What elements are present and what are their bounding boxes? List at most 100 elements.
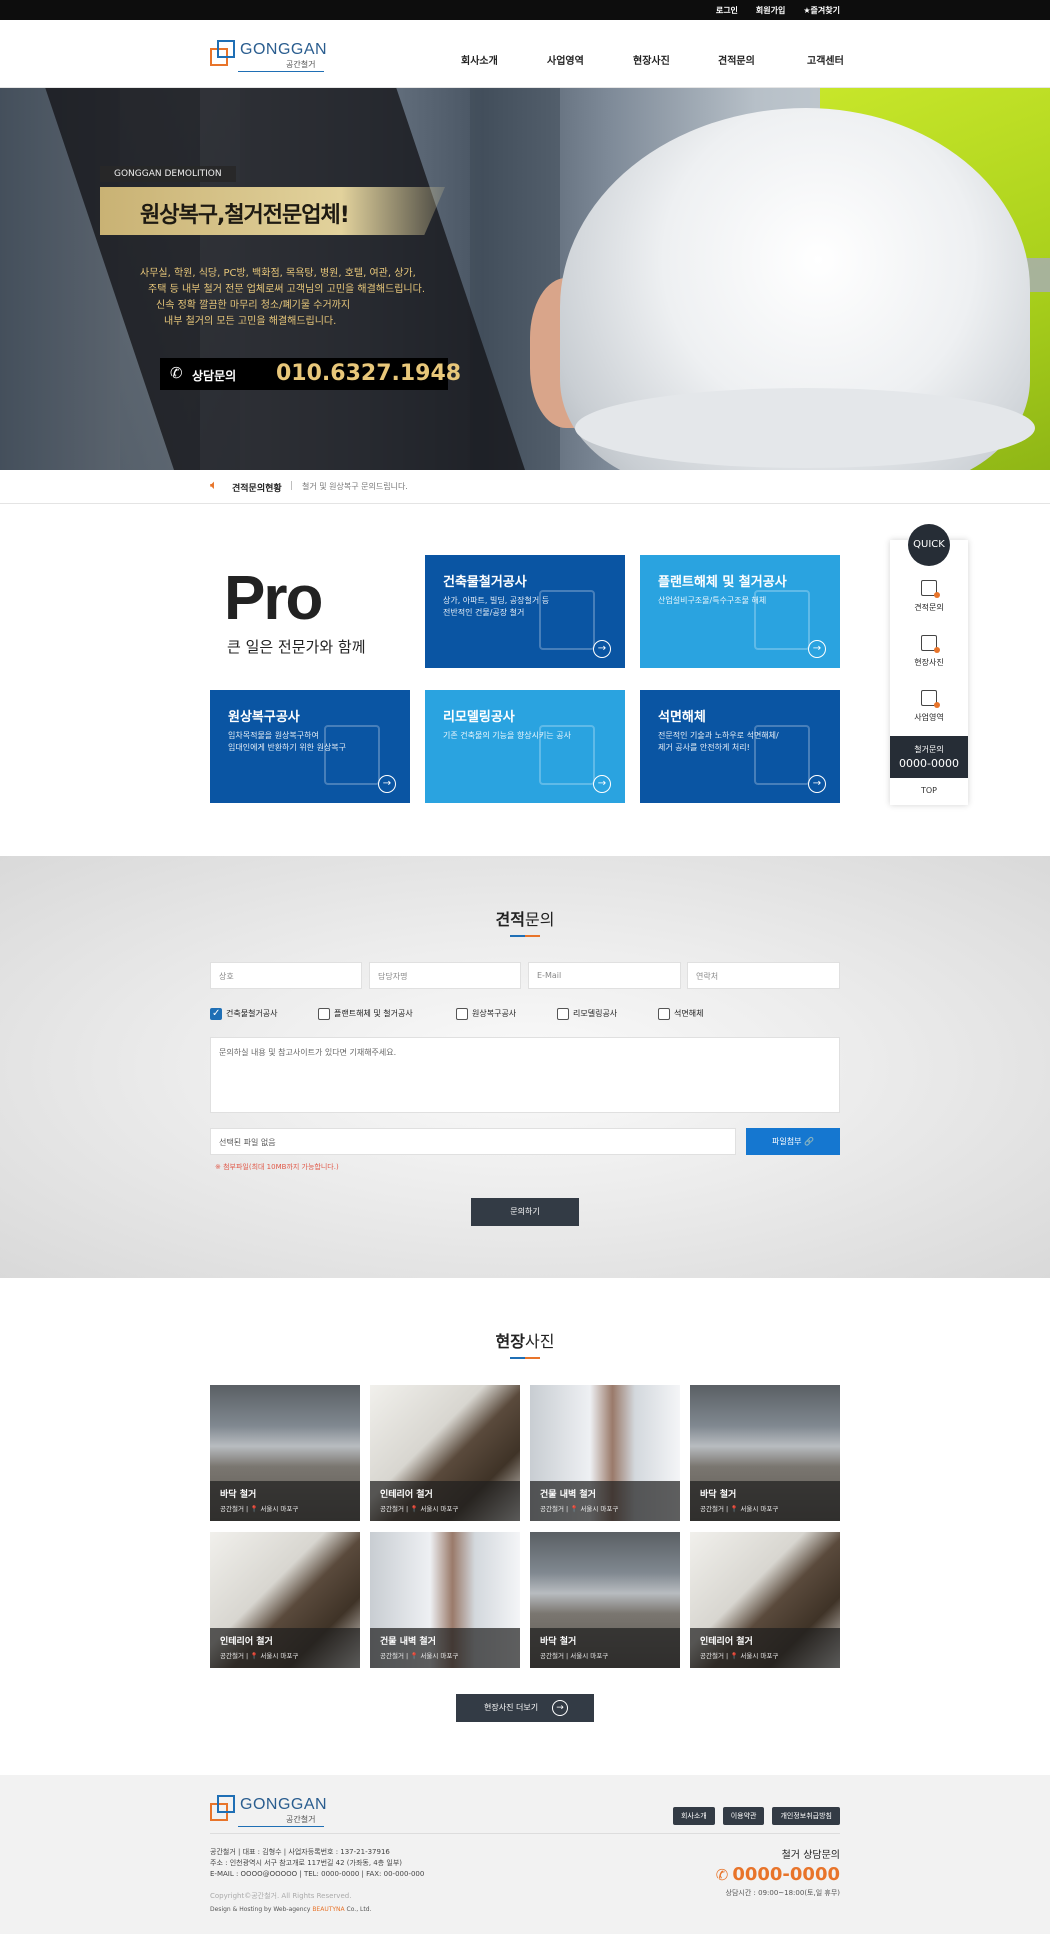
gallery-title: 현장사진 (0, 1328, 1050, 1352)
gallery-photo-card[interactable]: 인테리어 철거공간철거 | 📍 서울시 마포구 (690, 1532, 840, 1668)
wrench-icon (539, 725, 595, 785)
gallery-photo-card[interactable]: 인테리어 철거 공간철거 | 📍 서울시 마포구 (370, 1385, 520, 1521)
nav-item-inquiry[interactable]: 견적문의 (718, 52, 755, 67)
submit-button[interactable]: 문의하기 (471, 1198, 579, 1226)
quick-item-label: 사업영역 (914, 713, 944, 722)
consult-number: 0000-0000 (732, 1864, 840, 1885)
checkbox-label: 석면해체 (674, 1009, 704, 1018)
service-card-restore[interactable]: 원상복구공사 임차목적물을 원상복구하여 임대인에게 반환하기 위한 원상복구 … (210, 690, 410, 803)
service-card-building[interactable]: 건축물철거공사 상가, 아파트, 빌딩, 공장철거 등 전반적인 건물/공장 철… (425, 555, 625, 668)
contact-name-field[interactable]: 담당자명 (369, 962, 521, 989)
more-photos-button[interactable]: 현장사진 더보기 → (456, 1694, 594, 1722)
footer-info: 공간철거 | 대표 : 김형수 | 사업자등록번호 : 137-21-37916… (210, 1847, 424, 1880)
nav-item-company[interactable]: 회사소개 (461, 52, 498, 67)
quick-contact-box[interactable]: 철거문의 0000-0000 (890, 736, 968, 778)
service-card-plant[interactable]: 플랜트해체 및 철거공사 산업설비구조물/특수구조물 해체 → (640, 555, 840, 668)
bookmark-link[interactable]: ★즐겨찾기 (803, 5, 840, 16)
photo-caption: 인테리어 철거 공간철거 | 📍 서울시 마포구 (370, 1481, 520, 1521)
nav-item-business[interactable]: 사업영역 (547, 52, 584, 67)
footer-privacy-button[interactable]: 개인정보취급방침 (772, 1807, 840, 1825)
nav-item-support[interactable]: 고객센터 (807, 52, 844, 67)
photo-title: 인테리어 철거 (220, 1637, 273, 1647)
photo-title: 바닥 철거 (220, 1490, 257, 1500)
signup-link[interactable]: 회원가입 (756, 5, 785, 16)
footer-company-button[interactable]: 회사소개 (672, 1807, 715, 1825)
gallery-photo-card[interactable]: 건물 내벽 철거 공간철거 | 📍 서울시 마포구 (530, 1385, 680, 1521)
checkbox-building[interactable]: 건축물철거공사 (210, 1007, 300, 1021)
inquiry-title-rest: 문의 (525, 910, 555, 929)
company-field[interactable]: 상호 (210, 962, 362, 989)
file-note: ※ 첨부파일(최대 10MB까지 가능합니다.) (215, 1163, 339, 1171)
arrow-right-icon[interactable]: → (378, 775, 396, 793)
nav-item-photos[interactable]: 현장사진 (633, 52, 670, 67)
scroll-top-button[interactable]: TOP (890, 786, 968, 795)
gallery-photo-card[interactable]: 바닥 철거 공간철거 | 📍 서울시 마포구 (690, 1385, 840, 1521)
consult-hours: 상담시간 : 09:00~18:00(토,일 휴무) (725, 1889, 840, 1897)
photo-meta: 공간철거 | 📍 서울시 마포구 (380, 1505, 459, 1513)
notice-text[interactable]: 철거 및 원상복구 문의드립니다. (302, 481, 408, 492)
gallery-photo-card[interactable]: 바닥 철거 공간철거 | 📍 서울시 마포구 (210, 1385, 360, 1521)
pro-subtitle: 큰 일은 전문가와 함께 (227, 638, 366, 656)
checkbox-label: 리모델링공사 (573, 1009, 618, 1018)
hero-desc-line: 주택 등 내부 철거 전문 업체로써 고객님의 고민을 해결해드립니다. (148, 284, 426, 295)
notice-title[interactable]: 견적문의현황 (232, 481, 282, 494)
gallery-photo-card[interactable]: 건물 내벽 철거공간철거 | 📍 서울시 마포구 (370, 1532, 520, 1668)
quick-title: QUICK (908, 524, 950, 566)
checkbox-box[interactable] (557, 1008, 569, 1020)
footer-terms-button[interactable]: 이용약관 (722, 1807, 765, 1825)
checkbox-plant[interactable]: 플랜트해체 및 철거공사 (318, 1007, 438, 1021)
quick-contact-label: 철거문의 (914, 745, 944, 754)
login-link[interactable]: 로그인 (716, 5, 738, 16)
arrow-right-icon[interactable]: → (808, 640, 826, 658)
photo-title: 인테리어 철거 (700, 1637, 753, 1647)
photo-meta: 공간철거 | 📍 서울시 마포구 (220, 1652, 299, 1660)
consult-number-row[interactable]: ✆ 0000-0000 (716, 1864, 840, 1885)
hero-desc-line: 내부 철거의 모든 고민을 해결해드립니다. (164, 316, 337, 327)
arrow-right-icon[interactable]: → (808, 775, 826, 793)
design-credit-brand[interactable]: BEAUTYNA (312, 1906, 344, 1913)
checkbox-box[interactable] (210, 1007, 222, 1021)
logo[interactable]: GONGGAN 공간철거 (210, 40, 330, 74)
checkbox-box[interactable] (456, 1008, 468, 1020)
checkbox-box[interactable] (318, 1008, 330, 1020)
gallery-photo-card[interactable]: 인테리어 철거공간철거 | 📍 서울시 마포구 (210, 1532, 360, 1668)
checkbox-asbestos[interactable]: 석면해체 (658, 1007, 728, 1021)
quick-item-photos[interactable]: 현장사진 (890, 635, 968, 668)
hero-desc-line: 신속 정확 깔끔한 마무리 청소/폐기물 수거까지 (156, 300, 351, 311)
consult-label: 철거 상담문의 (781, 1850, 840, 1861)
service-card-title: 리모델링공사 (443, 710, 515, 725)
footer-logo[interactable]: GONGGAN 공간철거 (210, 1795, 330, 1829)
footer: GONGGAN 공간철거 회사소개 이용약관 개인정보취급방침 공간철거 | 대… (0, 1775, 1050, 1934)
hero-call-box[interactable]: ✆ 상담문의 010.6327.1948 (160, 358, 461, 390)
email-field[interactable]: E-Mail (528, 962, 681, 989)
service-card-title: 플랜트해체 및 철거공사 (658, 575, 787, 590)
service-card-asbestos[interactable]: 석면해체 전문적인 기술과 노하우로 석면해체/ 제거 공사를 안전하게 처리!… (640, 690, 840, 803)
footer-buttons: 회사소개 이용약관 개인정보취급방침 (672, 1807, 840, 1825)
photo-meta: 공간철거 | 📍 서울시 마포구 (380, 1652, 459, 1660)
design-credit-prefix: Design & Hosting by Web-agency (210, 1906, 313, 1913)
footer-copyright: Copyright©공간철거. All Rights Reserved. (210, 1892, 352, 1900)
service-card-remodel[interactable]: 리모델링공사 기존 건축물의 기능을 향상시키는 공사 → (425, 690, 625, 803)
footer-info-line: 공간철거 | 대표 : 김형수 | 사업자등록번호 : 137-21-37916 (210, 1848, 390, 1856)
footer-consult: 철거 상담문의 ✆ 0000-0000 상담시간 : 09:00~18:00(토,… (716, 1846, 840, 1898)
file-name-field[interactable]: 선택된 파일 없음 (210, 1128, 736, 1155)
photo-caption: 건물 내벽 철거공간철거 | 📍 서울시 마포구 (370, 1628, 520, 1668)
logo-square-blue (217, 40, 235, 58)
photo-caption: 바닥 철거 공간철거 | 📍 서울시 마포구 (210, 1481, 360, 1521)
arrow-right-icon[interactable]: → (593, 640, 611, 658)
photo-meta: 공간철거 | 📍 서울시 마포구 (700, 1652, 779, 1660)
checkbox-restore[interactable]: 원상복구공사 (456, 1007, 546, 1021)
checkbox-box[interactable] (658, 1008, 670, 1020)
quick-item-business[interactable]: 사업영역 (890, 690, 968, 723)
gallery-photo-card[interactable]: 바닥 철거 공간철거 | 서울시 마포구 (530, 1532, 680, 1668)
notice-separator: | (290, 481, 294, 491)
photo-title: 건물 내벽 철거 (380, 1637, 436, 1647)
inquiry-textarea[interactable]: 문의하실 내용 및 참고사이트가 있다면 기재해주세요. (210, 1037, 840, 1113)
photo-title: 바닥 철거 (700, 1490, 737, 1500)
arrow-right-icon[interactable]: → (593, 775, 611, 793)
file-attach-button[interactable]: 파일첨부 🔗 (746, 1128, 840, 1155)
title-underline (510, 935, 540, 937)
phone-field[interactable]: 연락처 (687, 962, 840, 989)
checkbox-remodel[interactable]: 리모델링공사 (557, 1007, 647, 1021)
quick-item-inquiry[interactable]: 견적문의 (890, 580, 968, 613)
